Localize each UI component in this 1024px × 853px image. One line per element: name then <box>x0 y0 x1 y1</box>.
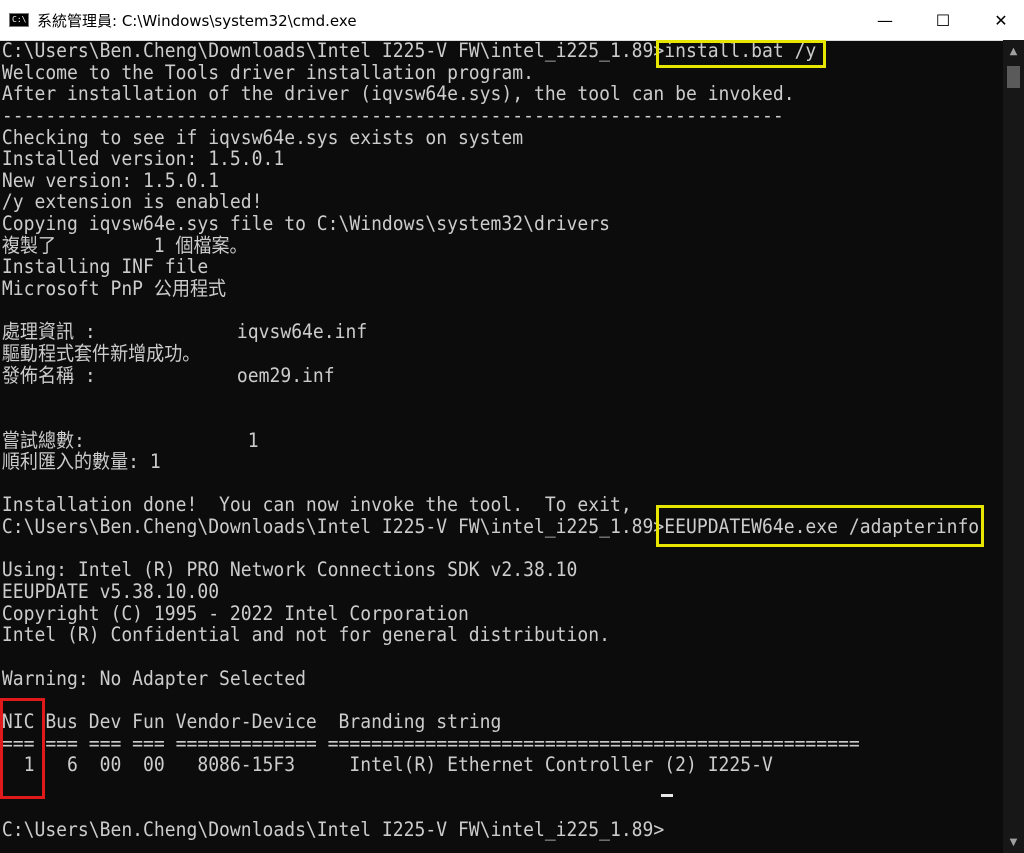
terminal-line: Intel (R) Confidential and not for gener… <box>1 623 610 647</box>
terminal-line: Copying iqvsw64e.sys file to C:\Windows\… <box>1 212 610 236</box>
scroll-down-icon[interactable]: ▼ <box>1003 833 1024 853</box>
vertical-scrollbar[interactable]: ▲ ▼ <box>1003 40 1024 853</box>
window-controls: — ☐ ✕ <box>850 0 1024 40</box>
terminal-line: New version: 1.5.0.1 <box>1 168 220 192</box>
terminal-line: 複製了 1 個檔案。 <box>1 233 248 257</box>
terminal-line: After installation of the driver (iqvsw6… <box>1 82 795 106</box>
terminal-line: 順利匯入的數量: 1 <box>1 450 161 474</box>
terminal-line: 嘗試總數: 1 <box>1 428 259 452</box>
terminal-line: EEUPDATE v5.38.10.00 <box>1 580 220 604</box>
text-cursor <box>661 794 673 797</box>
cmd-window: C:\. 系統管理員: C:\Windows\system32\cmd.exe … <box>0 0 1024 853</box>
scrollbar-thumb[interactable] <box>1007 66 1020 88</box>
terminal-line: Checking to see if iqvsw64e.sys exists o… <box>1 125 524 149</box>
terminal-line: 1 6 00 00 8086-15F3 Intel(R) Ethernet Co… <box>1 753 773 777</box>
terminal-line: /y extension is enabled! <box>1 190 263 214</box>
close-button[interactable]: ✕ <box>978 0 1024 40</box>
terminal-output[interactable]: C:\Users\Ben.Cheng\Downloads\Intel I225-… <box>0 40 1003 853</box>
cmd-app-icon: C:\. <box>9 13 29 27</box>
maximize-icon: ☐ <box>935 10 951 30</box>
terminal-line: Warning: No Adapter Selected <box>1 666 306 690</box>
minimize-icon: — <box>877 10 893 30</box>
title-bar[interactable]: C:\. 系統管理員: C:\Windows\system32\cmd.exe … <box>0 0 1024 41</box>
close-icon: ✕ <box>994 10 1008 30</box>
terminal-line: Microsoft PnP 公用程式 <box>1 277 227 301</box>
terminal-line: === === === === ============= ==========… <box>1 731 860 755</box>
terminal-line: Copyright (C) 1995 - 2022 Intel Corporat… <box>1 601 469 625</box>
terminal-line: Installing INF file <box>1 255 209 279</box>
maximize-button[interactable]: ☐ <box>920 0 966 40</box>
terminal-line: NIC Bus Dev Fun Vendor-Device Branding s… <box>1 709 502 733</box>
terminal-line: Using: Intel (R) PRO Network Connections… <box>1 558 578 582</box>
window-title: 系統管理員: C:\Windows\system32\cmd.exe <box>37 11 357 30</box>
terminal-line: Installed version: 1.5.0.1 <box>1 147 285 171</box>
scroll-up-icon[interactable]: ▲ <box>1003 42 1024 62</box>
highlight-install-command <box>656 40 826 68</box>
highlight-nic-column <box>0 698 45 799</box>
terminal-line: ----------------------------------------… <box>1 103 784 127</box>
terminal-line: 發佈名稱 : oem29.inf <box>1 363 335 387</box>
minimize-button[interactable]: — <box>862 0 908 40</box>
terminal-line: 處理資訊 : iqvsw64e.inf <box>1 320 368 344</box>
terminal-line: 驅動程式套件新增成功。 <box>1 341 201 365</box>
terminal-line: C:\Users\Ben.Cheng\Downloads\Intel I225-… <box>1 818 665 842</box>
highlight-eeupdate-command <box>656 505 984 547</box>
